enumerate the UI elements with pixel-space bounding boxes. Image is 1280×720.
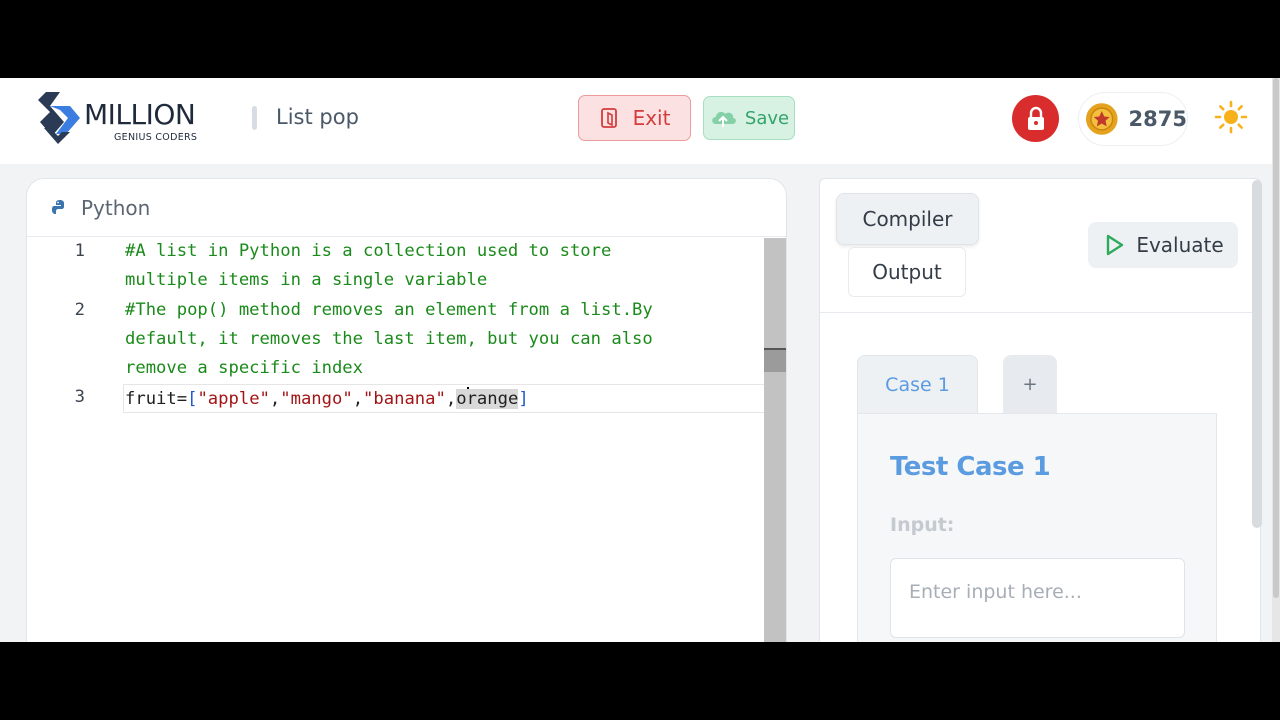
exit-label: Exit: [632, 106, 671, 130]
line-number: 3: [74, 387, 85, 407]
evaluate-button[interactable]: Evaluate: [1088, 222, 1238, 268]
python-icon: [52, 199, 64, 214]
tab-compiler[interactable]: Compiler: [836, 193, 979, 245]
code-text: fruit=["apple","mango","banana",orange]: [125, 387, 529, 409]
coin-icon: [1085, 103, 1118, 135]
code-editor-panel: Python 1 #A list in Python is a collecti…: [26, 178, 787, 642]
code-token-bracket: ]: [518, 389, 529, 409]
letterbox-top: [0, 0, 1280, 78]
evaluate-label: Evaluate: [1136, 233, 1224, 257]
line-number: 1: [74, 241, 85, 261]
logo-mark-icon: [38, 92, 80, 144]
code-token-selected: o: [456, 389, 467, 409]
language-label: Python: [81, 195, 151, 220]
brand-logo[interactable]: MILLION GENIUS CODERS: [36, 88, 226, 148]
cloud-upload-icon: [712, 111, 736, 127]
window-scrollbar[interactable]: [1272, 78, 1280, 642]
lock-icon: [1027, 106, 1044, 130]
code-text: multiple items in a single variable: [125, 270, 488, 290]
letterbox-bottom: [0, 642, 1280, 720]
tab-case-1[interactable]: Case 1: [857, 355, 978, 413]
save-label: Save: [744, 107, 790, 129]
coin-balance[interactable]: 2875: [1078, 92, 1188, 146]
editor-scrollbar[interactable]: [764, 238, 786, 642]
code-token-string: "apple": [197, 389, 270, 409]
code-text: #The pop() method removes an element fro…: [125, 300, 653, 320]
sun-icon[interactable]: [1214, 100, 1248, 134]
coin-count: 2875: [1128, 107, 1187, 131]
compiler-panel: Compiler Output Evaluate Case 1 + Test C…: [819, 178, 1261, 642]
panel-scrollbar[interactable]: [1252, 180, 1262, 528]
door-exit-icon: [600, 108, 617, 128]
code-token-comma: ,: [352, 389, 364, 409]
input-label: Input:: [890, 514, 955, 536]
code-text: default, it removes the last item, but y…: [125, 329, 653, 349]
app-window: MILLION GENIUS CODERS List pop Exit Save: [0, 78, 1280, 642]
code-area[interactable]: 1 #A list in Python is a collection used…: [27, 238, 785, 642]
code-text: remove a specific index: [125, 358, 363, 378]
code-token-bracket: [: [187, 389, 198, 409]
code-token-name: fruit=: [125, 389, 188, 409]
code-token-comma: ,: [445, 389, 457, 409]
test-case-body: Test Case 1 Input:: [857, 413, 1217, 642]
page-title: List pop: [276, 105, 359, 129]
title-separator: [252, 106, 257, 130]
exit-button[interactable]: Exit: [578, 95, 691, 141]
lock-button[interactable]: [1012, 95, 1059, 142]
save-button[interactable]: Save: [703, 96, 795, 140]
editor-header: Python: [27, 179, 786, 237]
code-token-selected: range: [466, 389, 519, 409]
add-case-button[interactable]: +: [1003, 355, 1057, 413]
panel-divider: [820, 312, 1260, 313]
top-header: MILLION GENIUS CODERS List pop Exit Save: [0, 78, 1272, 164]
tab-output[interactable]: Output: [848, 247, 966, 297]
editor-scroll-thumb[interactable]: [764, 348, 786, 372]
test-input-field[interactable]: [890, 558, 1185, 638]
code-text: #A list in Python is a collection used t…: [125, 241, 612, 261]
brand-name: MILLION: [84, 98, 196, 131]
code-token-string: "mango": [280, 389, 353, 409]
play-icon: [1107, 234, 1124, 256]
brand-tagline: GENIUS CODERS: [114, 132, 198, 143]
code-token-string: "banana": [363, 389, 446, 409]
test-case-title: Test Case 1: [890, 452, 1051, 482]
line-number: 2: [74, 300, 85, 320]
window-scroll-thumb[interactable]: [1273, 78, 1279, 598]
code-token-comma: ,: [269, 389, 281, 409]
